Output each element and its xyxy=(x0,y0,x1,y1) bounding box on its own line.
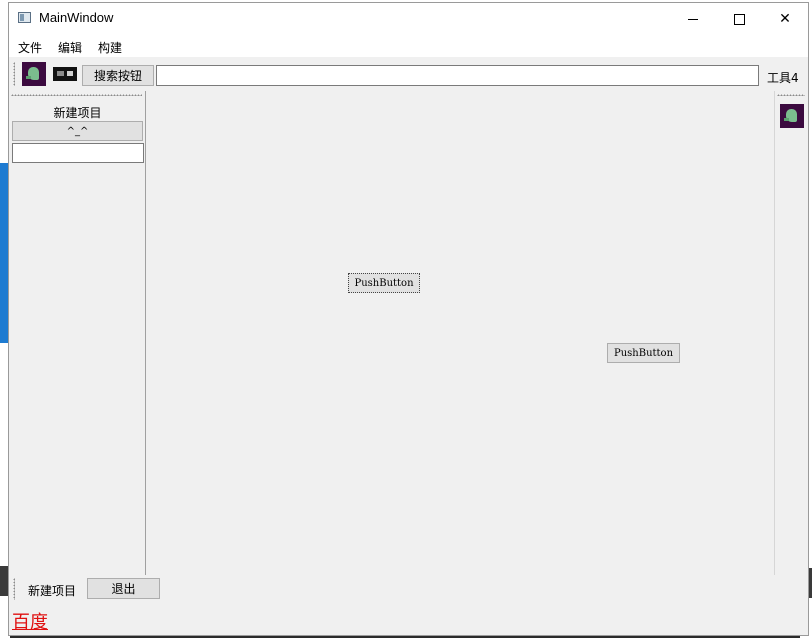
bird-icon[interactable] xyxy=(22,62,46,86)
push-button-2[interactable]: PushButton xyxy=(607,343,680,363)
title-bar[interactable]: MainWindow ✕ xyxy=(9,3,808,35)
bottom-toolbar-grip[interactable] xyxy=(13,578,15,600)
new-item-action[interactable]: 新建项目 xyxy=(28,582,76,599)
main-window: MainWindow ✕ 文件 编辑 构建 搜索按钮 工具4 新建项目 ^_^ … xyxy=(8,2,809,636)
dock-title: 新建项目 xyxy=(53,106,102,120)
baidu-link[interactable]: 百度 xyxy=(12,608,48,634)
right-dock-grip[interactable] xyxy=(777,94,805,96)
bird-icon[interactable] xyxy=(780,104,804,128)
maximize-icon xyxy=(733,13,745,25)
right-dock xyxy=(774,91,808,575)
bottom-toolbar: 新建项目 退出 xyxy=(9,575,808,603)
maximize-button[interactable] xyxy=(716,3,762,35)
push-button-1[interactable]: PushButton xyxy=(348,273,420,293)
app-window-icon xyxy=(18,12,31,23)
menu-bar: 文件 编辑 构建 xyxy=(9,35,808,57)
close-button[interactable]: ✕ xyxy=(762,3,808,35)
menu-edit[interactable]: 编辑 xyxy=(58,39,82,56)
central-widget: PushButton PushButton xyxy=(147,91,774,575)
toolbar-grip[interactable] xyxy=(13,62,15,86)
menu-build[interactable]: 构建 xyxy=(98,39,122,56)
dock-button[interactable]: ^_^ xyxy=(12,121,143,141)
film-icon[interactable] xyxy=(53,67,77,81)
dock-grip[interactable] xyxy=(11,94,142,96)
dock-input[interactable] xyxy=(12,143,144,163)
menu-file[interactable]: 文件 xyxy=(18,39,42,56)
left-dock: 新建项目 ^_^ xyxy=(9,91,146,575)
search-button[interactable]: 搜索按钮 xyxy=(82,65,154,86)
close-icon: ✕ xyxy=(779,11,791,27)
top-toolbar: 搜索按钮 工具4 xyxy=(9,59,808,89)
tool4-button[interactable]: 工具4 xyxy=(767,69,799,86)
minimize-button[interactable] xyxy=(670,3,716,35)
window-title: MainWindow xyxy=(39,10,114,25)
search-input[interactable] xyxy=(156,65,759,86)
minimize-icon xyxy=(688,18,698,20)
exit-button[interactable]: 退出 xyxy=(87,578,160,599)
